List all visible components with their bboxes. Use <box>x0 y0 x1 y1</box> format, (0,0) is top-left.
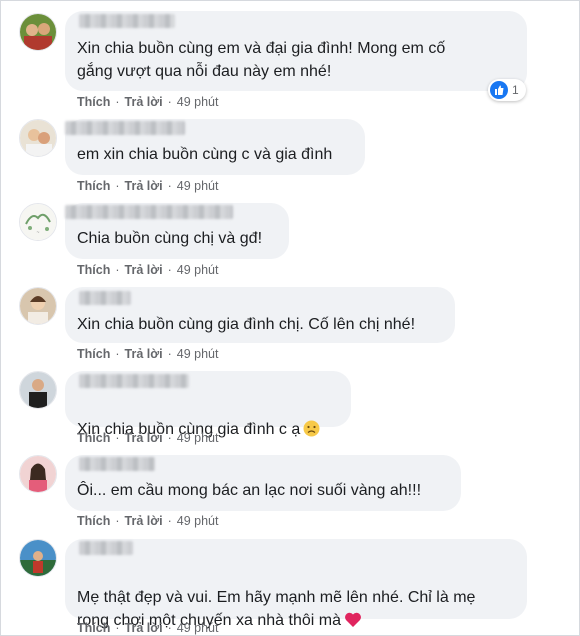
separator-dot: · <box>167 263 172 277</box>
reply-link[interactable]: Trả lời <box>125 431 163 445</box>
comment-bubble: Xin chia buồn cùng gia đình c ạ <box>65 371 351 438</box>
blurred-author-name <box>79 291 131 305</box>
like-link[interactable]: Thích <box>77 347 110 361</box>
timestamp[interactable]: 49 phút <box>177 179 219 193</box>
comment-section: Xin chia buồn cùng em và đại gia đình! M… <box>0 0 580 636</box>
comment-actions: Thích · Trả lời · 49 phút <box>77 179 218 193</box>
avatar[interactable] <box>19 287 57 325</box>
reply-link[interactable]: Trả lời <box>125 179 163 193</box>
separator-dot: · <box>115 347 120 361</box>
like-icon <box>490 81 508 99</box>
comment-bubble: em xin chia buồn cùng c và gia đình <box>65 119 365 175</box>
comment-text: Chia buồn cùng chị và gđ! <box>77 230 263 247</box>
timestamp[interactable]: 49 phút <box>177 263 219 277</box>
separator-dot: · <box>115 621 120 635</box>
avatar[interactable] <box>19 13 57 51</box>
blurred-author-name <box>79 374 189 388</box>
comment-bubble: Chia buồn cùng chị và gđ! <box>65 203 289 259</box>
timestamp[interactable]: 49 phút <box>177 431 219 445</box>
comment-actions: Thích · Trả lời · 49 phút <box>77 514 218 528</box>
timestamp[interactable]: 49 phút <box>177 347 219 361</box>
separator-dot: · <box>167 514 172 528</box>
avatar[interactable] <box>19 119 57 157</box>
comment-text: Ôi... em cầu mong bác an lạc nơi suối và… <box>77 482 422 499</box>
comment-text: Xin chia buồn cùng gia đình chị. Cố lên … <box>77 316 416 333</box>
sad-face-emoji <box>303 420 320 444</box>
reply-link[interactable]: Trả lời <box>125 514 163 528</box>
separator-dot: · <box>115 263 120 277</box>
separator-dot: · <box>167 621 172 635</box>
comment-bubble: Xin chia buồn cùng gia đình chị. Cố lên … <box>65 287 455 343</box>
comment-text: Xin chia buồn cùng em và đại gia đình! M… <box>77 40 446 80</box>
separator-dot: · <box>115 431 120 445</box>
blurred-author-name <box>79 14 175 28</box>
timestamp[interactable]: 49 phút <box>177 514 219 528</box>
like-link[interactable]: Thích <box>77 95 110 109</box>
comment-bubble: Xin chia buồn cùng em và đại gia đình! M… <box>65 11 527 91</box>
reaction-count-badge[interactable]: 1 <box>488 79 526 101</box>
separator-dot: · <box>167 431 172 445</box>
separator-dot: · <box>167 179 172 193</box>
comment-actions: Thích · Trả lời · 49 phút <box>77 621 218 635</box>
comment-actions: Thích · Trả lời · 49 phút <box>77 263 218 277</box>
comment-actions: Thích · Trả lời · 49 phút <box>77 431 218 445</box>
comment-bubble: Ôi... em cầu mong bác an lạc nơi suối và… <box>65 455 461 511</box>
blurred-author-name <box>65 205 233 219</box>
like-link[interactable]: Thích <box>77 431 110 445</box>
separator-dot: · <box>115 95 120 109</box>
separator-dot: · <box>167 95 172 109</box>
avatar[interactable] <box>19 539 57 577</box>
blurred-author-name <box>65 121 185 135</box>
red-heart-emoji <box>344 611 362 635</box>
timestamp[interactable]: 49 phút <box>177 95 219 109</box>
timestamp[interactable]: 49 phút <box>177 621 219 635</box>
comment-actions: Thích · Trả lời · 49 phút <box>77 347 218 361</box>
reply-link[interactable]: Trả lời <box>125 95 163 109</box>
blurred-author-name <box>79 541 133 555</box>
reply-link[interactable]: Trả lời <box>125 263 163 277</box>
reply-link[interactable]: Trả lời <box>125 347 163 361</box>
comment-bubble: Mẹ thật đẹp và vui. Em hãy mạnh mẽ lên n… <box>65 539 527 629</box>
comment-actions: Thích · Trả lời · 49 phút <box>77 95 218 109</box>
like-link[interactable]: Thích <box>77 179 110 193</box>
svg-text:~: ~ <box>37 230 40 236</box>
like-link[interactable]: Thích <box>77 263 110 277</box>
avatar[interactable] <box>19 455 57 493</box>
reply-link[interactable]: Trả lời <box>125 621 163 635</box>
reaction-count: 1 <box>512 83 519 97</box>
comment-text: em xin chia buồn cùng c và gia đình <box>77 146 333 163</box>
separator-dot: · <box>115 179 120 193</box>
like-link[interactable]: Thích <box>77 621 110 635</box>
avatar[interactable] <box>19 371 57 409</box>
like-link[interactable]: Thích <box>77 514 110 528</box>
blurred-author-name <box>79 457 155 471</box>
separator-dot: · <box>167 347 172 361</box>
separator-dot: · <box>115 514 120 528</box>
avatar[interactable]: ~ <box>19 203 57 241</box>
